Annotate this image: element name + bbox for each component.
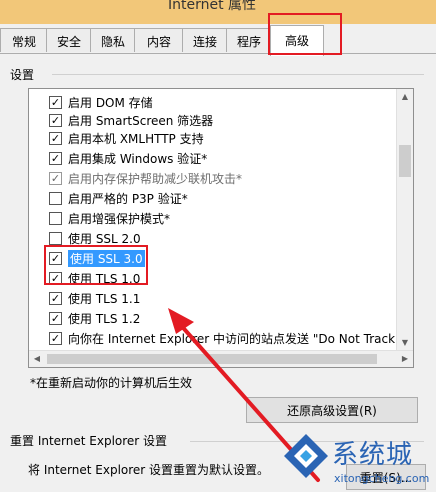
settings-group-title: 设置 — [10, 68, 35, 82]
scroll-down-icon[interactable]: ▼ — [397, 335, 413, 351]
list-item[interactable]: ✓ 使用 SSL 3.0 — [49, 249, 145, 267]
restore-advanced-button[interactable]: 还原高级设置(R) — [246, 397, 418, 423]
list-item[interactable]: 使用 SSL 2.0 — [49, 229, 141, 247]
checkbox[interactable] — [49, 191, 62, 205]
checkbox[interactable]: ✓ — [49, 311, 62, 325]
tab-security[interactable]: 安全 — [46, 28, 92, 52]
list-item[interactable]: ✓ 使用 TLS 1.0 — [49, 269, 140, 287]
checkbox[interactable]: ✓ — [49, 171, 62, 185]
scroll-up-icon[interactable]: ▲ — [397, 89, 413, 105]
list-item[interactable]: ✓ 启用 DOM 存储 — [49, 93, 153, 111]
item-label: 启用 DOM 存储 — [68, 95, 153, 110]
checkbox[interactable]: ✓ — [49, 151, 62, 165]
window-title: Internet 属性 — [168, 0, 257, 13]
watermark: 系统城 xitongcheng.com — [282, 432, 434, 490]
watermark-text: 系统城 — [332, 440, 414, 470]
watermark-logo-icon — [284, 434, 328, 478]
item-label: 向你在 Internet Explorer 中访问的站点发送 "Do Not T… — [68, 331, 401, 346]
tab-strip: 常规 安全 隐私 内容 连接 程序 高级 — [0, 24, 436, 56]
list-item[interactable]: ✓ 启用集成 Windows 验证* — [49, 149, 207, 167]
list-item[interactable]: ✓ 启用 SmartScreen 筛选器 — [49, 111, 213, 129]
vertical-scrollbar[interactable]: ▲ ▼ — [396, 89, 413, 351]
watermark-url: xitongcheng.com — [334, 472, 430, 485]
list-item[interactable]: 启用增强保护模式* — [49, 209, 170, 227]
item-label: 使用 TLS 1.1 — [68, 291, 141, 306]
reset-group-title: 重置 Internet Explorer 设置 — [10, 434, 168, 448]
list-item[interactable]: ✓ 使用 TLS 1.1 — [49, 289, 140, 307]
settings-divider — [52, 74, 424, 75]
item-label: 使用 SSL 3.0 — [68, 249, 145, 267]
scroll-thumb[interactable] — [47, 354, 377, 364]
list-item[interactable]: 启用严格的 P3P 验证* — [49, 189, 188, 207]
checkbox[interactable]: ✓ — [49, 251, 62, 265]
tab-content[interactable]: 内容 — [134, 28, 184, 52]
list-item[interactable]: ✓ 启用本机 XMLHTTP 支持 — [49, 129, 204, 147]
scroll-thumb[interactable] — [399, 145, 411, 177]
scroll-right-icon[interactable]: ▶ — [397, 351, 413, 367]
list-item[interactable]: ✓ 使用 TLS 1.2 — [49, 309, 140, 327]
reset-description: 将 Internet Explorer 设置重置为默认设置。 — [28, 463, 270, 477]
tab-privacy[interactable]: 隐私 — [90, 28, 136, 52]
tab-programs[interactable]: 程序 — [226, 28, 272, 52]
tab-general[interactable]: 常规 — [0, 28, 48, 52]
checkbox[interactable]: ✓ — [49, 331, 62, 345]
checkbox[interactable]: ✓ — [49, 95, 62, 109]
scroll-left-icon[interactable]: ◀ — [29, 351, 45, 367]
item-label: 使用 SSL 2.0 — [68, 231, 141, 246]
title-bar: Internet 属性 — [0, 0, 436, 24]
checkbox[interactable]: ✓ — [49, 131, 62, 145]
item-label: 启用 SmartScreen 筛选器 — [68, 113, 214, 128]
item-label: 使用 TLS 1.0 — [68, 271, 141, 286]
item-label: 启用内存保护帮助减少联机攻击* — [68, 171, 243, 186]
tab-advanced[interactable]: 高级 — [270, 25, 324, 56]
list-item[interactable]: ✓ 向你在 Internet Explorer 中访问的站点发送 "Do Not… — [49, 329, 401, 347]
item-label: 启用集成 Windows 验证* — [68, 151, 208, 166]
horizontal-scrollbar[interactable]: ◀ ▶ — [29, 350, 413, 367]
checkbox[interactable] — [49, 231, 62, 245]
settings-list[interactable]: ✓ 启用 DOM 存储 ✓ 启用 SmartScreen 筛选器 ✓ 启用本机 … — [28, 88, 414, 368]
item-label: 启用严格的 P3P 验证* — [68, 191, 188, 206]
checkbox[interactable]: ✓ — [49, 271, 62, 285]
list-item[interactable]: ✓ 启用内存保护帮助减少联机攻击* — [49, 169, 242, 187]
checkbox[interactable]: ✓ — [49, 291, 62, 305]
checkbox[interactable]: ✓ — [49, 113, 62, 127]
item-label: 使用 TLS 1.2 — [68, 311, 141, 326]
item-label: 启用本机 XMLHTTP 支持 — [68, 131, 204, 146]
restart-note: *在重新启动你的计算机后生效 — [30, 376, 193, 390]
item-label: 启用增强保护模式* — [68, 211, 171, 226]
tab-connections[interactable]: 连接 — [182, 28, 228, 52]
checkbox[interactable] — [49, 211, 62, 225]
